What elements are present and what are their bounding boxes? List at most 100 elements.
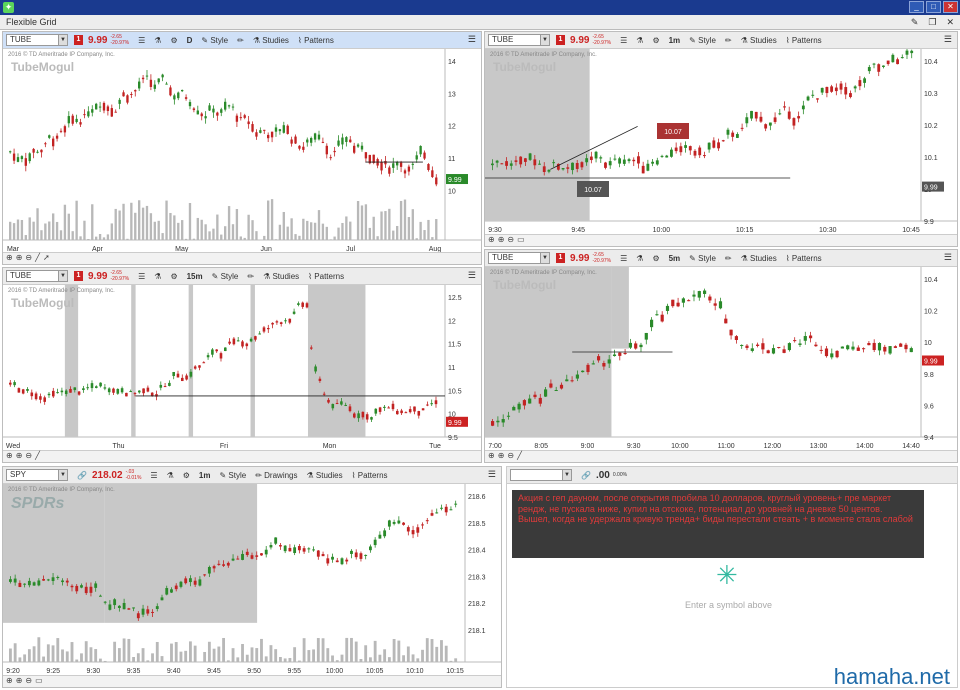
style-button[interactable]: ✎ Style [219, 471, 246, 480]
chart-settings-icon[interactable]: ☰ [620, 254, 627, 263]
gear-icon[interactable]: ⚙ [170, 36, 177, 45]
gear-icon[interactable]: ⚙ [183, 471, 190, 480]
drawings-button[interactable]: ✏ Drawings [255, 471, 297, 480]
chart-settings-icon[interactable]: ☰ [150, 471, 157, 480]
aggregation-button[interactable]: 1m [669, 36, 681, 45]
close-icon[interactable]: ✕ [946, 17, 954, 28]
zoom-in-icon[interactable]: ⊕ [16, 676, 23, 685]
link-icon[interactable]: 🔗 [581, 471, 591, 480]
style-button[interactable]: ✎ Style [201, 36, 228, 45]
cursor-icon[interactable]: ➚ [43, 253, 50, 262]
candle-body [102, 102, 106, 111]
link-icon[interactable]: 🔗 [77, 471, 87, 480]
drawing-icon[interactable]: ✏ [725, 36, 732, 45]
chevron-down-icon[interactable]: ▼ [58, 271, 67, 281]
menu-icon[interactable]: ☰ [488, 469, 496, 480]
zoom-out-icon[interactable]: ⊖ [507, 451, 514, 460]
style-button[interactable]: ✎ Style [212, 272, 239, 281]
chart-canvas[interactable]: 1413121110Mar Apr May Jun Jul Aug9.99 [3, 49, 481, 254]
aggregation-button[interactable]: D [187, 36, 193, 45]
zoom-in-icon[interactable]: ⊕ [498, 235, 505, 244]
zoom-out-icon[interactable]: ⊖ [25, 451, 32, 460]
pin-icon[interactable]: ✎ [911, 17, 919, 28]
flask-icon[interactable]: ⚗ [636, 36, 643, 45]
zoom-in-icon[interactable]: ⊕ [16, 451, 23, 460]
draw-line-icon[interactable]: ╱ [35, 253, 40, 262]
maximize-button[interactable]: □ [926, 1, 941, 13]
draw-line-icon[interactable]: ╱ [517, 451, 522, 460]
flask-icon[interactable]: ⚗ [154, 272, 161, 281]
symbol-input[interactable]: TUBE ▼ [488, 252, 550, 264]
crosshair-icon[interactable]: ⊕ [6, 253, 13, 262]
symbol-input[interactable]: TUBE ▼ [6, 270, 68, 282]
studies-button[interactable]: ⚗ Studies [263, 272, 299, 281]
candle-body [684, 145, 687, 148]
gear-icon[interactable]: ⚙ [652, 254, 659, 263]
drawing-icon[interactable]: ✏ [247, 272, 254, 281]
patterns-button[interactable]: ⌇ Patterns [308, 272, 344, 281]
gear-icon[interactable]: ⚙ [170, 272, 177, 281]
maximize-icon[interactable]: ❐ [928, 17, 936, 28]
chart-canvas[interactable]: 10.4 10.2 10 9.8 9.6 9.4 7:00 8:05 9:00 9:30 10:00… [485, 267, 957, 451]
menu-icon[interactable]: ☰ [944, 252, 952, 263]
chart-canvas[interactable]: 12.51211.51110.5109.5Wed Thu Fri Mon Tue9.99 [3, 285, 481, 451]
patterns-button[interactable]: ⌇ Patterns [352, 471, 388, 480]
patterns-button[interactable]: ⌇ Patterns [786, 254, 822, 263]
crosshair-icon[interactable]: ⊕ [488, 451, 495, 460]
chevron-down-icon[interactable]: ▼ [540, 253, 549, 263]
crosshair-icon[interactable]: ⊕ [6, 676, 13, 685]
patterns-button[interactable]: ⌇ Patterns [786, 36, 822, 45]
chevron-down-icon[interactable]: ▼ [562, 470, 571, 480]
studies-button[interactable]: ⚗ Studies [307, 471, 343, 480]
volume-bar [279, 657, 282, 662]
studies-button[interactable]: ⚗ Studies [741, 36, 777, 45]
symbol-input[interactable]: ▼ [510, 469, 572, 481]
flask-icon[interactable]: ⚗ [154, 36, 161, 45]
volume-bar [449, 660, 453, 662]
candle-body [153, 84, 156, 89]
chart-settings-icon[interactable]: ☰ [138, 272, 145, 281]
chart-settings-icon[interactable]: ☰ [138, 36, 145, 45]
crosshair-icon[interactable]: ⊕ [6, 451, 13, 460]
chart-settings-icon[interactable]: ☰ [620, 36, 627, 45]
patterns-button[interactable]: ⌇ Patterns [298, 36, 334, 45]
drawing-icon[interactable]: ✏ [725, 254, 732, 263]
aggregation-button[interactable]: 5m [669, 254, 681, 263]
box-icon[interactable]: ▭ [35, 676, 43, 685]
candle-body [271, 322, 274, 325]
symbol-input[interactable]: TUBE ▼ [6, 34, 68, 46]
aggregation-button[interactable]: 1m [199, 471, 211, 480]
symbol-input[interactable]: SPY ▼ [6, 469, 68, 481]
menu-icon[interactable]: ☰ [944, 34, 952, 45]
aggregation-button[interactable]: 15m [187, 272, 203, 281]
grid-name[interactable]: Flexible Grid [6, 17, 57, 27]
flask-icon[interactable]: ⚗ [636, 254, 643, 263]
gear-icon[interactable]: ⚙ [652, 36, 659, 45]
zoom-out-icon[interactable]: ⊖ [25, 676, 32, 685]
volume-bar [243, 237, 246, 240]
studies-button[interactable]: ⚗ Studies [741, 254, 777, 263]
drawing-icon[interactable]: ✏ [237, 36, 244, 45]
close-button[interactable]: ✕ [943, 1, 958, 13]
flask-icon[interactable]: ⚗ [167, 471, 174, 480]
box-icon[interactable]: ▭ [517, 235, 525, 244]
chevron-down-icon[interactable]: ▼ [58, 470, 67, 480]
studies-button[interactable]: ⚗ Studies [253, 36, 289, 45]
draw-line-icon[interactable]: ╱ [35, 451, 40, 460]
zoom-in-icon[interactable]: ⊕ [498, 451, 505, 460]
style-button[interactable]: ✎ Style [689, 36, 716, 45]
minimize-button[interactable]: _ [909, 1, 924, 13]
crosshair-icon[interactable]: ⊕ [488, 235, 495, 244]
volume-bar [55, 221, 59, 240]
menu-icon[interactable]: ☰ [468, 34, 476, 45]
chart-canvas[interactable]: 218.6 218.5 218.4 218.3 218.2 218.1 9:20 9:25 9:… [3, 484, 501, 676]
chevron-down-icon[interactable]: ▼ [540, 35, 549, 45]
zoom-out-icon[interactable]: ⊖ [25, 253, 32, 262]
chevron-down-icon[interactable]: ▼ [58, 35, 67, 45]
menu-icon[interactable]: ☰ [468, 270, 476, 281]
zoom-in-icon[interactable]: ⊕ [16, 253, 23, 262]
zoom-out-icon[interactable]: ⊖ [507, 235, 514, 244]
style-button[interactable]: ✎ Style [689, 254, 716, 263]
symbol-input[interactable]: TUBE ▼ [488, 34, 550, 46]
chart-canvas[interactable]: 10.410.310.210.1109.99:309:4510:0010:151… [485, 49, 957, 235]
